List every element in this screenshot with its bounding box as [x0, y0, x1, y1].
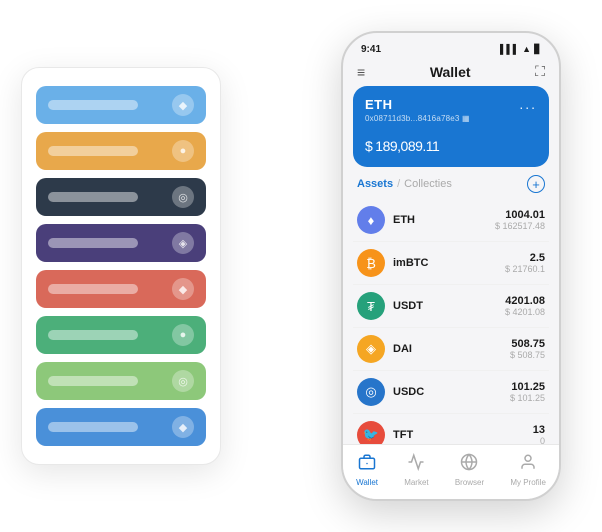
asset-row[interactable]: ₿ imBTC 2.5 $ 21760.1: [353, 242, 549, 285]
asset-icon-imBTC: ₿: [357, 249, 385, 277]
eth-card-balance: $189,089.11: [365, 131, 537, 157]
nav-item-wallet[interactable]: Wallet: [356, 453, 378, 487]
asset-amount-DAI: 508.75: [510, 338, 545, 350]
card-label-1: [48, 146, 138, 156]
add-asset-button[interactable]: +: [527, 175, 545, 193]
card-icon-5: ●: [172, 324, 194, 346]
scene: ◆ ● ◎ ◈ ◆ ● ◎ ◆ 9:41 ▌▌▌ ▲ ▊: [11, 11, 591, 521]
asset-icon-ETH: ♦: [357, 206, 385, 234]
asset-icon-TFT: 🐦: [357, 421, 385, 444]
asset-usd-ETH: $ 162517.48: [495, 221, 545, 231]
nav-icon-market: [407, 453, 425, 476]
card-icon-1: ●: [172, 140, 194, 162]
asset-row[interactable]: 🐦 TFT 13 0: [353, 414, 549, 444]
left-wallet-panel: ◆ ● ◎ ◈ ◆ ● ◎ ◆: [21, 67, 221, 465]
asset-name-ETH: ETH: [393, 214, 495, 226]
asset-row[interactable]: ◈ DAI 508.75 $ 508.75: [353, 328, 549, 371]
asset-icon-DAI: ◈: [357, 335, 385, 363]
nav-item-browser[interactable]: Browser: [455, 453, 484, 487]
nav-item-market[interactable]: Market: [404, 453, 428, 487]
eth-card[interactable]: ETH ... 0x08711d3b...8416a78e3 ▦ $189,08…: [353, 86, 549, 167]
asset-row[interactable]: ₮ USDT 4201.08 $ 4201.08: [353, 285, 549, 328]
wallet-card-item-3[interactable]: ◈: [36, 224, 206, 262]
asset-usd-imBTC: $ 21760.1: [505, 264, 545, 274]
battery-icon: ▊: [534, 44, 541, 55]
asset-name-TFT: TFT: [393, 429, 533, 441]
asset-list: ♦ ETH 1004.01 $ 162517.48 ₿ imBTC 2.5 $ …: [343, 199, 559, 444]
asset-amount-USDT: 4201.08: [505, 295, 545, 307]
wallet-card-item-4[interactable]: ◆: [36, 270, 206, 308]
asset-amount-USDC: 101.25: [510, 381, 545, 393]
assets-header: Assets / Collecties +: [343, 175, 559, 199]
asset-usd-USDT: $ 4201.08: [505, 307, 545, 317]
tab-collecties[interactable]: Collecties: [404, 178, 452, 190]
assets-tabs: Assets / Collecties: [357, 178, 452, 190]
asset-name-imBTC: imBTC: [393, 257, 505, 269]
asset-usd-DAI: $ 508.75: [510, 350, 545, 360]
status-time: 9:41: [361, 44, 381, 55]
asset-usd-TFT: 0: [533, 436, 545, 444]
card-icon-0: ◆: [172, 94, 194, 116]
asset-amount-ETH: 1004.01: [495, 209, 545, 221]
asset-amounts-imBTC: 2.5 $ 21760.1: [505, 252, 545, 274]
card-icon-3: ◈: [172, 232, 194, 254]
asset-amounts-ETH: 1004.01 $ 162517.48: [495, 209, 545, 231]
nav-icon-profile: [519, 453, 537, 476]
card-icon-4: ◆: [172, 278, 194, 300]
nav-icon-browser: [460, 453, 478, 476]
card-label-4: [48, 284, 138, 294]
asset-name-USDC: USDC: [393, 386, 510, 398]
card-label-5: [48, 330, 138, 340]
nav-label-market: Market: [404, 478, 428, 487]
menu-icon[interactable]: ≡: [357, 64, 365, 80]
status-icons: ▌▌▌ ▲ ▊: [500, 44, 541, 55]
wallet-card-item-7[interactable]: ◆: [36, 408, 206, 446]
wallet-card-item-5[interactable]: ●: [36, 316, 206, 354]
asset-usd-USDC: $ 101.25: [510, 393, 545, 403]
nav-item-profile[interactable]: My Profile: [510, 453, 546, 487]
asset-name-DAI: DAI: [393, 343, 510, 355]
nav-label-browser: Browser: [455, 478, 484, 487]
nav-icon-wallet: [358, 453, 376, 476]
nav-label-wallet: Wallet: [356, 478, 378, 487]
asset-amounts-USDC: 101.25 $ 101.25: [510, 381, 545, 403]
page-title: Wallet: [430, 64, 471, 80]
asset-amount-TFT: 13: [533, 424, 545, 436]
card-icon-2: ◎: [172, 186, 194, 208]
wallet-card-item-1[interactable]: ●: [36, 132, 206, 170]
card-label-2: [48, 192, 138, 202]
asset-amounts-USDT: 4201.08 $ 4201.08: [505, 295, 545, 317]
card-label-0: [48, 100, 138, 110]
asset-amounts-TFT: 13 0: [533, 424, 545, 444]
eth-card-address: 0x08711d3b...8416a78e3 ▦: [365, 114, 537, 123]
phone-mockup: 9:41 ▌▌▌ ▲ ▊ ≡ Wallet ⛶ ETH ... 0x08711d…: [341, 31, 561, 501]
card-label-7: [48, 422, 138, 432]
card-label-3: [48, 238, 138, 248]
card-icon-7: ◆: [172, 416, 194, 438]
asset-amounts-DAI: 508.75 $ 508.75: [510, 338, 545, 360]
nav-label-profile: My Profile: [510, 478, 546, 487]
tab-divider: /: [397, 178, 400, 190]
card-label-6: [48, 376, 138, 386]
eth-card-menu[interactable]: ...: [519, 96, 537, 112]
asset-icon-USDC: ◎: [357, 378, 385, 406]
asset-icon-USDT: ₮: [357, 292, 385, 320]
status-bar: 9:41 ▌▌▌ ▲ ▊: [343, 33, 559, 57]
tab-assets[interactable]: Assets: [357, 178, 393, 190]
wallet-card-item-6[interactable]: ◎: [36, 362, 206, 400]
eth-balance-currency: $: [365, 138, 372, 154]
asset-row[interactable]: ♦ ETH 1004.01 $ 162517.48: [353, 199, 549, 242]
card-icon-6: ◎: [172, 370, 194, 392]
bottom-nav: Wallet Market Browser My Profile: [343, 444, 559, 499]
scan-icon[interactable]: ⛶: [535, 63, 545, 80]
wifi-icon: ▲: [522, 44, 531, 54]
asset-amount-imBTC: 2.5: [505, 252, 545, 264]
asset-row[interactable]: ◎ USDC 101.25 $ 101.25: [353, 371, 549, 414]
wallet-card-item-2[interactable]: ◎: [36, 178, 206, 216]
phone-header: ≡ Wallet ⛶: [343, 57, 559, 86]
eth-card-name: ETH: [365, 97, 393, 112]
asset-name-USDT: USDT: [393, 300, 505, 312]
signal-icon: ▌▌▌: [500, 44, 519, 54]
wallet-card-item-0[interactable]: ◆: [36, 86, 206, 124]
